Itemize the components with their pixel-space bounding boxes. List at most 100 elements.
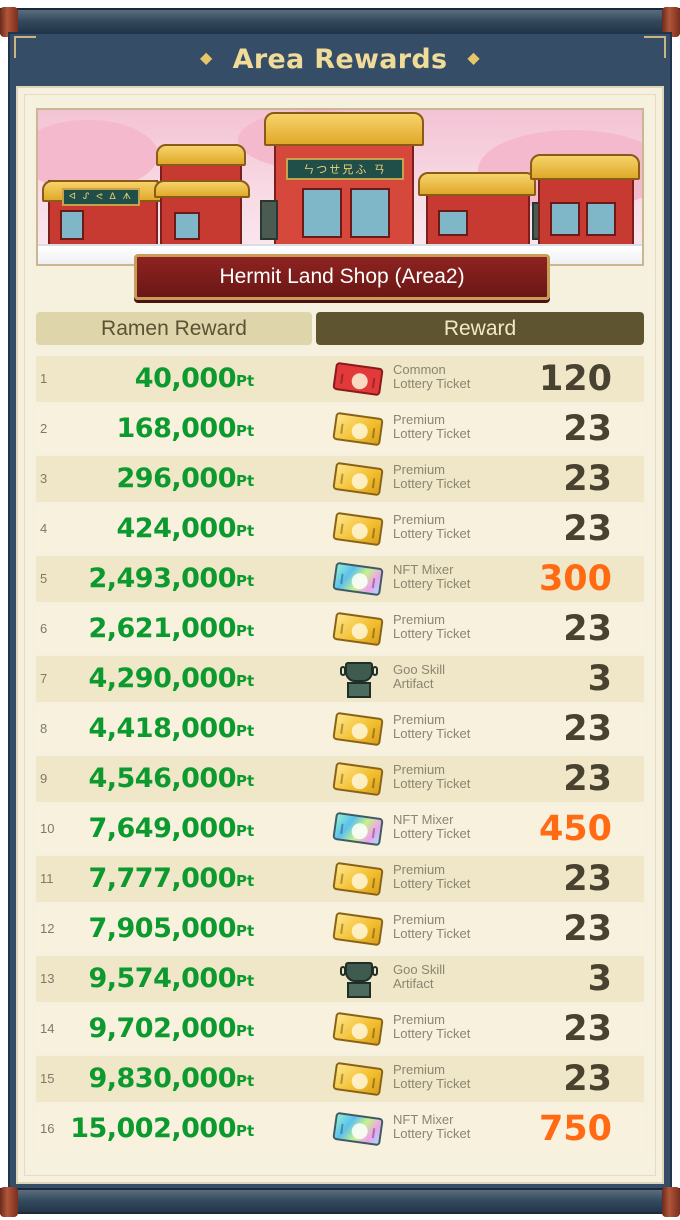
points-unit: Pt [236,872,255,890]
table-row: 2 168,000 Pt Premium Lottery Ticket 23 [36,406,644,452]
reward-item-name: NFT Mixer Lottery Ticket [393,562,471,591]
reward-quantity: 23 [563,1009,612,1049]
nft-mixer-lottery-ticket-icon [332,811,384,847]
rod-end-left [0,1187,18,1217]
reward-item-name: Premium Lottery Ticket [393,612,471,641]
rank-number: 9 [40,771,48,786]
reward-quantity: 3 [587,959,612,999]
reward-item-name: Premium Lottery Ticket [393,762,471,791]
points-unit: Pt [236,922,255,940]
shop-banner-illustration: ᐊ ᔑ ᕙ ᐃ ᗑ ㄣつㄝ兄ふ ㄢ [36,108,644,266]
points-unit: Pt [236,622,255,640]
reward-quantity: 450 [538,809,612,849]
premium-lottery-ticket-icon [332,711,384,747]
rank-number: 11 [40,871,54,886]
table-row: 7 4,290,000 Pt Goo Skill Artifact 3 [36,656,644,702]
reward-item-name: Premium Lottery Ticket [393,462,471,491]
premium-lottery-ticket-icon [332,861,384,897]
column-header-reward: Reward [316,312,644,345]
reward-quantity: 23 [563,409,612,449]
reward-quantity: 23 [563,509,612,549]
reward-item-name: Premium Lottery Ticket [393,412,471,441]
goo-skill-artifact-icon [340,960,378,1000]
points-unit: Pt [236,1022,255,1040]
rod-end-right [662,1187,680,1217]
common-lottery-ticket-icon [332,361,384,397]
ramen-points: 4,546,000 [88,763,236,794]
scroll-rod-bottom [0,1187,680,1217]
reward-item-icon [332,1010,384,1048]
reward-item-name: Premium Lottery Ticket [393,1062,471,1091]
reward-item-name: Premium Lottery Ticket [393,912,471,941]
rank-number: 6 [40,621,48,636]
reward-quantity: 120 [538,359,612,399]
reward-quantity: 300 [538,559,612,599]
ramen-points: 15,002,000 [70,1113,236,1144]
ramen-points: 9,830,000 [88,1063,236,1094]
reward-item-name: NFT Mixer Lottery Ticket [393,1112,471,1141]
points-unit: Pt [236,422,255,440]
rank-number: 8 [40,721,48,736]
points-unit: Pt [236,772,255,790]
reward-quantity: 23 [563,759,612,799]
premium-lottery-ticket-icon [332,411,384,447]
ramen-points: 2,493,000 [88,563,236,594]
reward-item-icon [332,360,384,398]
ramen-points: 40,000 [134,363,237,394]
table-row: 4 424,000 Pt Premium Lottery Ticket 23 [36,506,644,552]
scroll-rod-top [0,7,680,37]
table-row: 14 9,702,000 Pt Premium Lottery Ticket 23 [36,1006,644,1052]
points-unit: Pt [236,472,255,490]
rank-number: 16 [40,1121,55,1136]
ramen-points: 4,418,000 [88,713,236,744]
nft-mixer-lottery-ticket-icon [332,561,384,597]
reward-item-icon [332,460,384,498]
reward-item-icon [332,410,384,448]
rank-number: 5 [40,571,48,586]
rank-number: 2 [40,421,48,436]
ramen-points: 9,702,000 [88,1013,236,1044]
table-row: 13 9,574,000 Pt Goo Skill Artifact 3 [36,956,644,1002]
rank-number: 7 [40,671,48,686]
page-title-row: ◆ Area Rewards ◆ [10,44,670,75]
reward-item-icon [332,560,384,598]
ramen-points: 9,574,000 [88,963,236,994]
points-unit: Pt [236,972,255,990]
column-header-ramen-reward: Ramen Reward [36,312,312,345]
reward-item-name: Premium Lottery Ticket [393,712,471,741]
table-row: 3 296,000 Pt Premium Lottery Ticket 23 [36,456,644,502]
reward-item-name: Common Lottery Ticket [393,362,471,391]
table-row: 8 4,418,000 Pt Premium Lottery Ticket 23 [36,706,644,752]
points-unit: Pt [236,372,255,390]
reward-item-icon [332,760,384,798]
reward-item-icon [332,710,384,748]
table-row: 6 2,621,000 Pt Premium Lottery Ticket 23 [36,606,644,652]
points-unit: Pt [236,522,255,540]
banner-sign: ㄣつㄝ兄ふ ㄢ [286,158,404,180]
reward-item-icon [332,510,384,548]
reward-table: 1 40,000 Pt Common Lottery Ticket 120 2 168,00… [36,356,644,1156]
ramen-points: 424,000 [116,513,237,544]
rank-number: 10 [40,821,55,836]
ramen-points: 7,777,000 [88,863,236,894]
table-row: 12 7,905,000 Pt Premium Lottery Ticket 23 [36,906,644,952]
reward-quantity: 23 [563,709,612,749]
premium-lottery-ticket-icon [332,761,384,797]
ramen-points: 168,000 [116,413,237,444]
premium-lottery-ticket-icon [332,611,384,647]
reward-item-name: Premium Lottery Ticket [393,862,471,891]
reward-quantity: 3 [587,659,612,699]
diamond-icon: ◆ [200,48,213,67]
reward-item-icon [332,860,384,898]
reward-quantity: 23 [563,1059,612,1099]
table-row: 15 9,830,000 Pt Premium Lottery Ticket 23 [36,1056,644,1102]
table-row: 10 7,649,000 Pt NFT Mixer Lottery Ticket 450 [36,806,644,852]
rank-number: 12 [40,921,55,936]
reward-quantity: 23 [563,609,612,649]
rank-number: 4 [40,521,48,536]
table-row: 9 4,546,000 Pt Premium Lottery Ticket 23 [36,756,644,802]
shop-name-ribbon: Hermit Land Shop (Area2) [134,254,550,300]
points-unit: Pt [236,1072,255,1090]
points-unit: Pt [236,672,255,690]
table-row: 11 7,777,000 Pt Premium Lottery Ticket 23 [36,856,644,902]
